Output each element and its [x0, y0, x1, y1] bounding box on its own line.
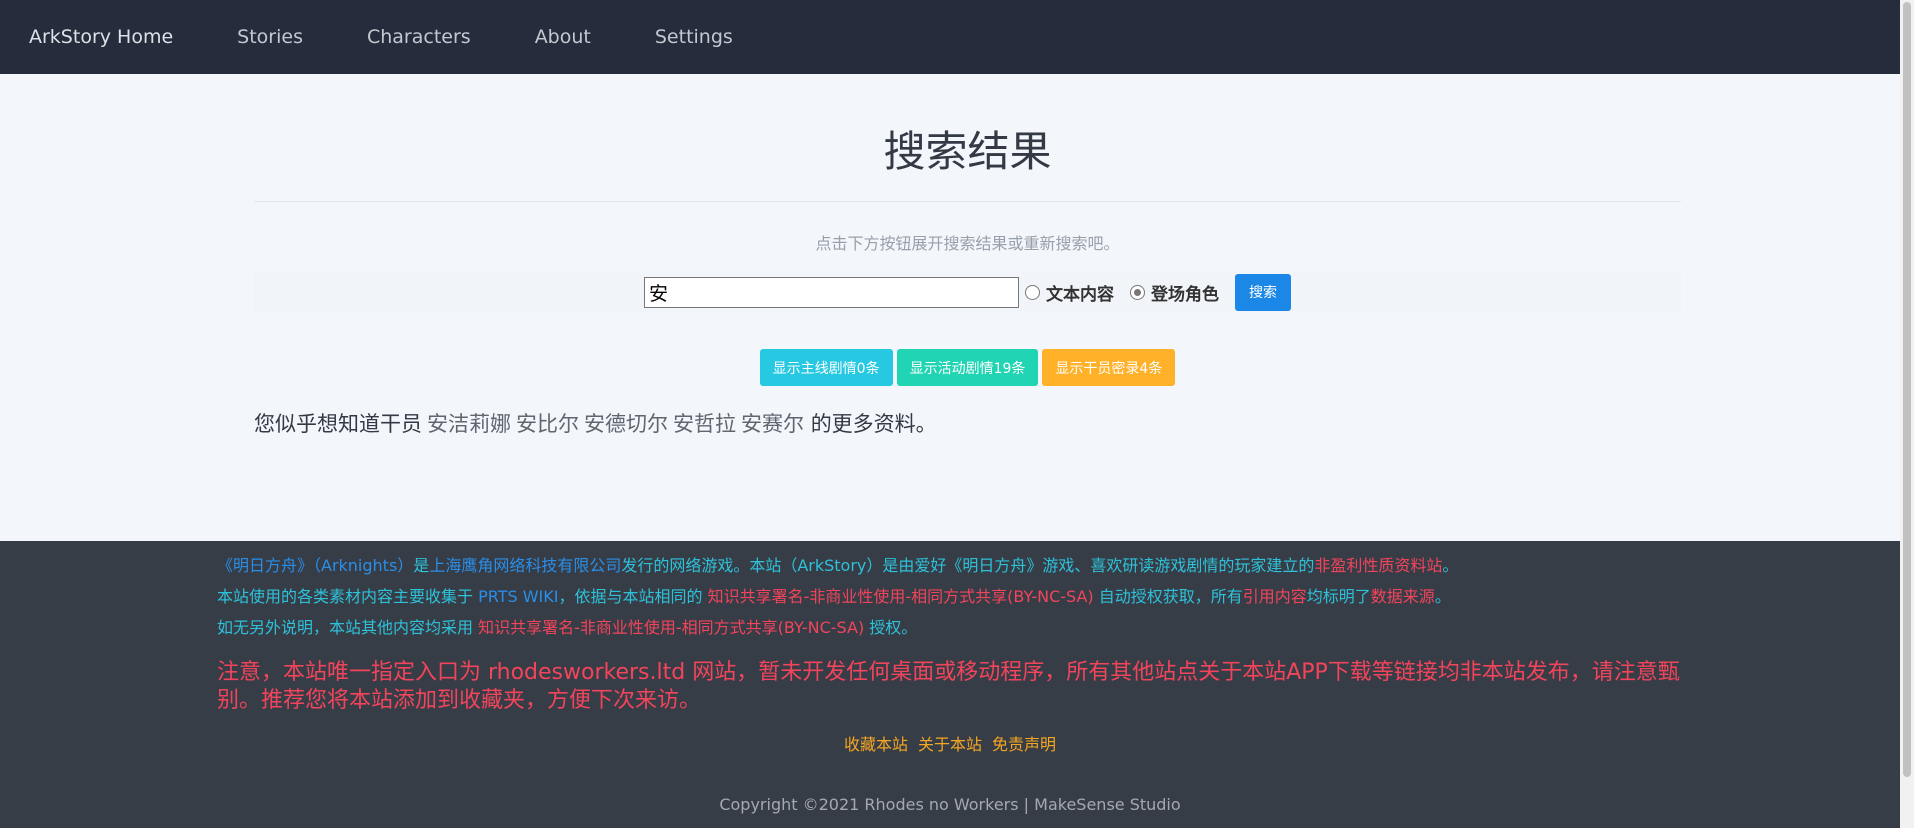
- text: 。: [1434, 587, 1451, 606]
- radio-characters[interactable]: 登场角色: [1130, 280, 1219, 305]
- operator-hint: 您似乎想知道干员 安洁莉娜 安比尔 安德切尔 安哲拉 安赛尔 的更多资料。: [254, 408, 1681, 438]
- disclaimer-link[interactable]: 免责声明: [992, 735, 1056, 754]
- text: 如无另外说明，本站其他内容均采用: [217, 618, 479, 637]
- subtitle: 点击下方按钮展开搜索结果或重新搜索吧。: [815, 234, 1120, 253]
- nav-about[interactable]: About: [535, 26, 591, 48]
- radio-icon[interactable]: [1025, 284, 1040, 300]
- text: 本站使用的各类素材内容主要收集于: [217, 587, 479, 606]
- radio-text-content[interactable]: 文本内容: [1025, 280, 1114, 305]
- operator-link[interactable]: 安哲拉: [673, 412, 736, 436]
- footer-line-1: 《明日方舟》（Arknights）是上海鹰角网络科技有限公司发行的网络游戏。本站…: [217, 552, 1697, 576]
- bookmark-link[interactable]: 收藏本站: [844, 735, 908, 754]
- nav-stories[interactable]: Stories: [237, 26, 303, 48]
- hint-prefix: 您似乎想知道干员: [254, 412, 422, 436]
- radio-checked-icon[interactable]: [1130, 284, 1145, 300]
- footer-line-3: 如无另外说明，本站其他内容均采用 知识共享署名-非商业性使用-相同方式共享(BY…: [217, 614, 1697, 638]
- radio-label: 文本内容: [1046, 284, 1114, 305]
- footer: 《明日方舟》（Arknights）是上海鹰角网络科技有限公司发行的网络游戏。本站…: [0, 541, 1900, 828]
- text: 发行的网络游戏。本站（ArkStory）: [621, 556, 883, 575]
- text: 。: [1442, 556, 1459, 575]
- text: 是: [413, 556, 430, 575]
- nav-characters[interactable]: Characters: [367, 26, 471, 48]
- show-operator-record-button[interactable]: 显示干员密录4条: [1042, 349, 1176, 386]
- scrollbar[interactable]: [1900, 0, 1914, 828]
- nav-settings[interactable]: Settings: [655, 26, 733, 48]
- scrollbar-thumb[interactable]: [1903, 2, 1911, 777]
- operator-link[interactable]: 安洁莉娜: [427, 412, 511, 436]
- main-content: 搜索结果 点击下方按钮展开搜索结果或重新搜索吧。 文本内容 登场角色 搜索 显示…: [254, 74, 1681, 438]
- text: ，依据与本站相同的: [558, 587, 708, 606]
- text: 引用内容: [1242, 587, 1307, 606]
- text: 数据来源: [1370, 587, 1435, 606]
- text: 授权。: [864, 618, 918, 637]
- operator-link[interactable]: 安比尔: [516, 412, 579, 436]
- search-input[interactable]: [644, 276, 1019, 308]
- radio-label: 登场角色: [1151, 284, 1219, 305]
- copyright: Copyright ©2021 Rhodes no Workers | Make…: [719, 795, 1181, 814]
- show-event-story-button[interactable]: 显示活动剧情19条: [896, 349, 1039, 386]
- nav-home[interactable]: ArkStory Home: [29, 26, 173, 48]
- text: 自动授权获取，所有: [1093, 587, 1243, 606]
- license-link[interactable]: 知识共享署名-非商业性使用-相同方式共享(BY-NC-SA): [478, 618, 864, 637]
- prts-wiki-link[interactable]: PRTS WIKI: [478, 587, 558, 606]
- footer-links: 收藏本站 关于本站 免责声明: [0, 731, 1900, 755]
- hint-suffix: 的更多资料。: [810, 412, 937, 436]
- search-button[interactable]: 搜索: [1235, 273, 1291, 311]
- arknights-link[interactable]: 《明日方舟》（Arknights）: [217, 556, 413, 575]
- text: 非盈利性质资料站: [1314, 556, 1443, 575]
- search-form: 文本内容 登场角色 搜索: [254, 272, 1681, 312]
- show-main-story-button[interactable]: 显示主线剧情0条: [759, 349, 893, 386]
- warning-notice: 注意，本站唯一指定入口为 rhodesworkers.ltd 网站，暂未开发任何…: [217, 660, 1680, 713]
- operator-link[interactable]: 安赛尔: [741, 412, 804, 436]
- page-title: 搜索结果: [254, 118, 1681, 202]
- text: 是由爱好《明日方舟》游戏、喜欢研读游戏剧情的玩家建立的: [882, 556, 1315, 575]
- footer-line-2: 本站使用的各类素材内容主要收集于 PRTS WIKI，依据与本站相同的 知识共享…: [217, 583, 1697, 607]
- hypergryph-link[interactable]: 上海鹰角网络科技有限公司: [429, 556, 621, 575]
- license-link[interactable]: 知识共享署名-非商业性使用-相同方式共享(BY-NC-SA): [708, 587, 1094, 606]
- operator-link[interactable]: 安德切尔: [584, 412, 668, 436]
- text: 均标明了: [1306, 587, 1371, 606]
- result-buttons: 显示主线剧情0条 显示活动剧情19条 显示干员密录4条: [254, 349, 1681, 386]
- top-nav: ArkStory Home Stories Characters About S…: [0, 0, 1900, 74]
- about-site-link[interactable]: 关于本站: [918, 735, 982, 754]
